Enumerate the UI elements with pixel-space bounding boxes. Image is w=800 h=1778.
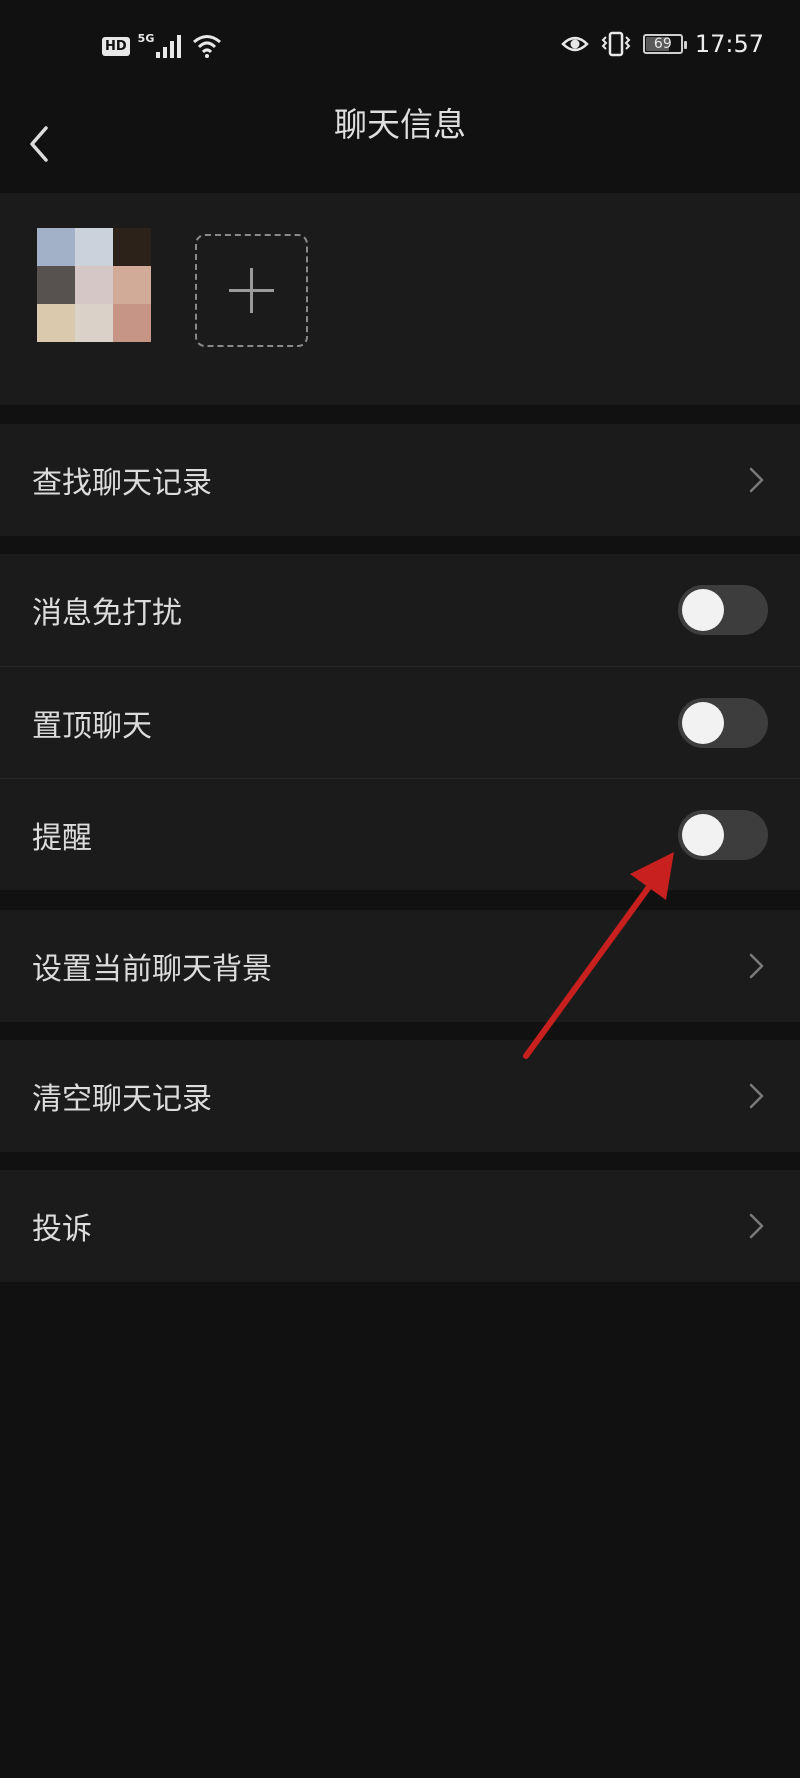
chevron-right-icon <box>749 1083 764 1109</box>
avatar-tile <box>37 266 75 304</box>
remind-row: 提醒 <box>0 778 800 890</box>
vibrate-icon <box>601 31 631 57</box>
avatar[interactable] <box>37 228 151 342</box>
remind-label: 提醒 <box>32 820 92 856</box>
chevron-right-icon <box>749 467 764 493</box>
background-group: 设置当前聊天背景 <box>0 910 800 1022</box>
report-row[interactable]: 投诉 <box>0 1170 800 1282</box>
toggle-knob <box>682 701 724 744</box>
pin-label: 置顶聊天 <box>32 708 152 744</box>
mute-toggle[interactable] <box>678 585 768 635</box>
toggle-group: 消息免打扰 置顶聊天 提醒 <box>0 554 800 890</box>
avatar-tile <box>37 228 75 266</box>
signal-icon <box>156 35 182 58</box>
search-group: 查找聊天记录 <box>0 424 800 536</box>
plus-icon <box>229 268 274 313</box>
mute-label: 消息免打扰 <box>32 596 182 631</box>
report-label: 投诉 <box>32 1212 92 1247</box>
network-type: 5G <box>137 31 155 45</box>
report-group: 投诉 <box>0 1170 800 1282</box>
pin-toggle[interactable] <box>678 697 768 748</box>
avatar-tile <box>113 228 151 266</box>
status-bar: HD 5G 69 17:57 <box>0 0 800 96</box>
status-left: HD 5G <box>102 31 222 58</box>
avatar-tile <box>75 266 113 304</box>
add-member-button[interactable] <box>195 234 308 347</box>
search-history-row[interactable]: 查找聊天记录 <box>0 424 800 536</box>
battery-icon: 69 <box>642 34 687 54</box>
avatar-tile <box>113 304 151 342</box>
battery-level: 69 <box>653 36 672 52</box>
avatar-tile <box>75 228 113 266</box>
hd-badge: HD <box>102 36 130 56</box>
toggle-knob <box>682 813 724 856</box>
nav-bar: 聊天信息 <box>0 96 800 192</box>
remind-toggle[interactable] <box>678 809 768 860</box>
mute-row: 消息免打扰 <box>0 554 800 666</box>
page-title: 聊天信息 <box>334 105 466 144</box>
avatar-tile <box>75 304 113 342</box>
members-section <box>0 193 800 405</box>
pin-row: 置顶聊天 <box>0 666 800 778</box>
wifi-icon <box>193 35 222 58</box>
clear-group: 清空聊天记录 <box>0 1040 800 1152</box>
avatar-tile <box>113 266 151 304</box>
status-right: 69 17:57 <box>561 30 764 58</box>
clear-history-row[interactable]: 清空聊天记录 <box>0 1040 800 1152</box>
chat-background-label: 设置当前聊天背景 <box>32 952 272 987</box>
chevron-right-icon <box>749 1213 764 1239</box>
chevron-right-icon <box>749 953 764 979</box>
battery-tip <box>683 41 687 49</box>
eye-icon <box>561 36 589 52</box>
clear-history-label: 清空聊天记录 <box>32 1082 212 1117</box>
avatar-tile <box>37 304 75 342</box>
chat-background-row[interactable]: 设置当前聊天背景 <box>0 910 800 1022</box>
search-history-label: 查找聊天记录 <box>32 466 212 501</box>
status-time: 17:57 <box>694 30 764 58</box>
toggle-knob <box>682 589 724 631</box>
